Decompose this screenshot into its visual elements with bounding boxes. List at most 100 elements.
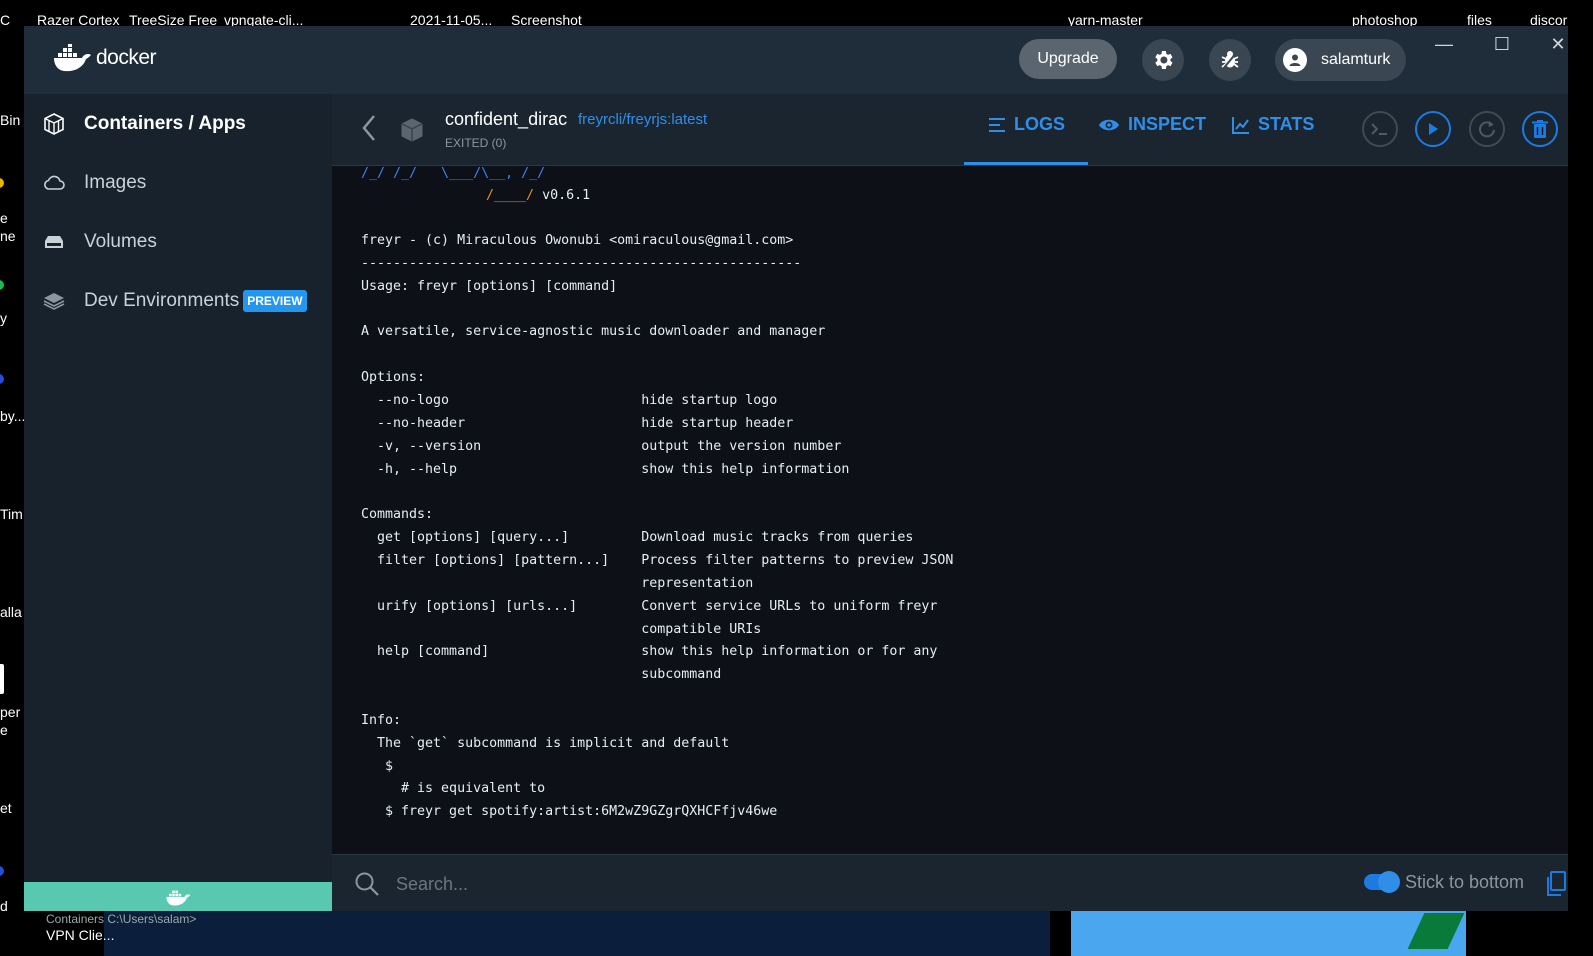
- play-icon: [1429, 123, 1438, 135]
- log-line: $: [361, 758, 402, 774]
- log-line: ----------------------------------------…: [361, 255, 802, 271]
- desktop-app-icon[interactable]: [0, 178, 4, 188]
- desktop-icon-label[interactable]: Tim: [0, 506, 23, 522]
- docker-whale-icon: [54, 44, 91, 72]
- troubleshoot-button[interactable]: [1209, 39, 1251, 81]
- sidebar-item-label: Volumes: [84, 231, 157, 252]
- log-line: -h, --help show this help information: [361, 461, 850, 477]
- tab-stats[interactable]: STATS: [1232, 114, 1314, 135]
- desktop-app-icon[interactable]: [0, 664, 4, 694]
- trash-icon: [1532, 120, 1548, 138]
- containers-icon: [44, 113, 64, 135]
- back-button[interactable]: [360, 112, 378, 149]
- log-line: get [options] [query...] Download music …: [361, 530, 914, 546]
- avatar-icon: [1283, 48, 1307, 72]
- upgrade-button[interactable]: Upgrade: [1019, 39, 1117, 79]
- log-line: representation: [361, 575, 754, 591]
- desktop-icon-label[interactable]: alla: [0, 604, 22, 620]
- log-line: /_/ /_/ \___/\__, /_/: [361, 166, 546, 181]
- log-line: /____/ v0.6.1: [486, 188, 591, 203]
- log-line: urify [options] [urls...] Convert servic…: [361, 598, 938, 614]
- tab-logs[interactable]: LOGS: [988, 114, 1065, 135]
- delete-button[interactable]: [1522, 111, 1558, 147]
- docker-whale-icon: [166, 890, 191, 905]
- search-icon: [354, 871, 380, 902]
- log-line: --no-logo hide startup logo: [361, 393, 778, 408]
- close-button[interactable]: ✕: [1546, 34, 1570, 55]
- log-line: subcommand: [361, 667, 722, 683]
- container-header: confident_dirac freyrcli/freyrjs:latest …: [332, 94, 1568, 166]
- search-input[interactable]: [396, 869, 1096, 899]
- desktop-icon-label[interactable]: et: [0, 800, 12, 816]
- log-line: compatible URIs: [361, 621, 762, 637]
- sidebar-item-dev-environments[interactable]: Dev Environments PREVIEW: [42, 289, 307, 313]
- log-line: Info:: [361, 712, 402, 728]
- sidebar-item-label: Images: [84, 172, 147, 193]
- background-window-text: Containers C:\Users\salam> VPN Clie...: [46, 912, 197, 943]
- log-line: # is equivalent to: [361, 781, 546, 797]
- desktop-top-strip: C Razer Cortex TreeSize Free vpngate-cli…: [0, 0, 1593, 28]
- gear-icon: [1155, 51, 1173, 69]
- desktop-app-icon[interactable]: [0, 866, 4, 876]
- container-status: EXITED (0): [445, 136, 507, 150]
- account-button[interactable]: salamturk: [1275, 39, 1406, 81]
- maximize-button[interactable]: ☐: [1490, 34, 1514, 55]
- log-line: -v, --version output the version number: [361, 438, 842, 454]
- desktop-icon-label[interactable]: e: [0, 722, 8, 738]
- minimize-button[interactable]: —: [1432, 34, 1456, 55]
- log-line: filter [options] [pattern...] Process fi…: [361, 552, 954, 568]
- chart-icon: [1232, 116, 1249, 134]
- desktop-icon-label[interactable]: ne: [0, 228, 16, 244]
- desktop-app-icon[interactable]: [0, 280, 4, 290]
- container-icon: [398, 116, 426, 149]
- tab-inspect[interactable]: INSPECT: [1098, 114, 1206, 135]
- sidebar-item-containers[interactable]: Containers / Apps: [42, 112, 246, 136]
- background-window[interactable]: [104, 911, 1050, 956]
- desktop-icon-label[interactable]: d: [0, 898, 8, 914]
- docker-window: docker Upgrade salamturk — ☐ ✕ Container…: [24, 26, 1568, 911]
- desktop-icon-label[interactable]: C: [0, 12, 10, 28]
- volume-icon: [45, 236, 63, 248]
- desktop-icon-label[interactable]: y: [0, 310, 7, 326]
- container-name: confident_dirac: [445, 109, 568, 129]
- start-button[interactable]: [1415, 111, 1451, 147]
- settings-button[interactable]: [1142, 39, 1184, 81]
- eye-icon: [1099, 119, 1119, 130]
- list-icon: [989, 117, 1005, 132]
- restart-button[interactable]: [1469, 111, 1505, 147]
- tab-label: INSPECT: [1128, 114, 1207, 134]
- log-line: help [command] show this help informatio…: [361, 644, 938, 660]
- log-line: freyr - (c) Miraculous Owonubi <omiracul…: [361, 233, 794, 248]
- main-panel: confident_dirac freyrcli/freyrjs:latest …: [332, 94, 1568, 911]
- desktop-right-strip: [1568, 28, 1593, 956]
- sidebar-item-label: Containers / Apps: [84, 113, 246, 134]
- desktop-app-icon[interactable]: [0, 374, 4, 384]
- log-line: Commands:: [361, 507, 434, 523]
- sidebar: Containers / Apps Images Volumes Dev Env…: [24, 94, 332, 911]
- preview-badge: PREVIEW: [243, 290, 307, 312]
- tab-label: STATS: [1258, 114, 1315, 134]
- log-output[interactable]: /_/ /_/ \___/\__, /_/ /____/ v0.6.1 frey…: [332, 166, 1568, 854]
- log-line: Usage: freyr [options] [command]: [361, 278, 618, 294]
- desktop-icon-label[interactable]: by...: [0, 408, 24, 424]
- stick-to-bottom-toggle[interactable]: [1364, 871, 1400, 893]
- bug-icon: [1221, 51, 1239, 70]
- chevron-left-icon: [362, 115, 375, 141]
- desktop-icon-label[interactable]: e: [0, 210, 8, 226]
- copy-icon[interactable]: [1545, 871, 1567, 902]
- title-bar[interactable]: docker Upgrade salamturk — ☐ ✕: [24, 26, 1568, 94]
- container-image-link[interactable]: freyrcli/freyrjs:latest: [578, 111, 707, 128]
- sidebar-item-label: Dev Environments: [84, 290, 240, 311]
- cloud-icon: [44, 175, 65, 190]
- sidebar-item-volumes[interactable]: Volumes: [42, 230, 157, 254]
- desktop-icon-label[interactable]: per: [0, 704, 20, 720]
- sidebar-item-images[interactable]: Images: [42, 171, 146, 195]
- restart-icon: [1479, 121, 1495, 138]
- engine-status-bar[interactable]: [24, 882, 332, 911]
- username: salamturk: [1321, 51, 1391, 68]
- desktop-icon-label[interactable]: Bin: [0, 112, 20, 128]
- log-line: A versatile, service-agnostic music down…: [361, 324, 826, 340]
- terminal-icon: [1371, 123, 1387, 135]
- cli-button[interactable]: [1362, 111, 1398, 147]
- background-window[interactable]: [1071, 911, 1466, 956]
